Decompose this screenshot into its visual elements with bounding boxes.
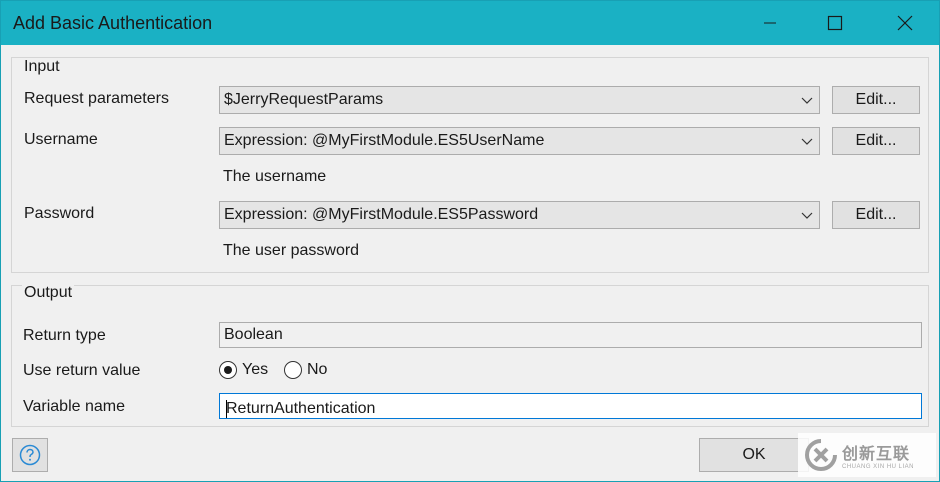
password-value: Expression: @MyFirstModule.ES5Password (224, 206, 539, 223)
watermark: 创新互联 CHUANG XIN HU LIAN (798, 433, 936, 477)
variable-name-input[interactable]: ReturnAuthentication (219, 393, 922, 419)
password-dropdown[interactable]: Expression: @MyFirstModule.ES5Password (219, 201, 820, 229)
request-parameters-value: $JerryRequestParams (224, 91, 384, 108)
chevron-down-icon (801, 97, 813, 104)
title-bar[interactable]: Add Basic Authentication (1, 1, 939, 45)
password-edit-button[interactable]: Edit... (832, 201, 920, 229)
username-edit-button[interactable]: Edit... (832, 127, 920, 155)
close-icon (897, 15, 913, 31)
password-label: Password (24, 205, 95, 222)
variable-name-label: Variable name (23, 398, 125, 415)
password-hint: The user password (223, 242, 360, 259)
radio-no-label: No (307, 361, 328, 378)
radio-no[interactable]: No (284, 361, 327, 379)
maximize-button[interactable] (812, 1, 858, 45)
chevron-down-icon (801, 138, 813, 145)
input-group-label: Input (22, 58, 62, 76)
help-icon (19, 444, 41, 466)
window-title: Add Basic Authentication (13, 13, 213, 33)
watermark-logo-icon (805, 439, 837, 471)
watermark-text: 创新互联 (842, 444, 911, 463)
maximize-icon (827, 15, 843, 31)
text-caret (226, 400, 227, 418)
help-button[interactable] (12, 438, 48, 472)
return-type-value: Boolean (224, 326, 283, 343)
request-parameters-edit-button[interactable]: Edit... (832, 86, 920, 114)
radio-yes-circle[interactable] (219, 361, 237, 379)
radio-yes-label: Yes (242, 361, 269, 378)
username-label: Username (24, 131, 98, 148)
request-parameters-label: Request parameters (24, 90, 169, 107)
output-group-label: Output (22, 284, 75, 302)
radio-yes[interactable]: Yes (219, 361, 268, 379)
username-dropdown[interactable]: Expression: @MyFirstModule.ES5UserName (219, 127, 820, 155)
watermark-subtext: CHUANG XIN HU LIAN (842, 464, 915, 470)
username-hint: The username (223, 168, 327, 185)
dialog-window: Add Basic Authentication Input Request p… (0, 0, 940, 482)
use-return-value-label: Use return value (23, 362, 141, 379)
request-parameters-dropdown[interactable]: $JerryRequestParams (219, 86, 820, 114)
chevron-down-icon (801, 212, 813, 219)
minimize-icon (764, 22, 776, 24)
radio-no-circle[interactable] (284, 361, 302, 379)
close-button[interactable] (882, 1, 928, 45)
ok-button[interactable]: OK (699, 438, 809, 472)
return-type-label: Return type (23, 327, 106, 344)
return-type-field: Boolean (219, 322, 922, 348)
minimize-button[interactable] (747, 1, 793, 45)
username-value: Expression: @MyFirstModule.ES5UserName (224, 132, 545, 149)
radio-selected-dot (224, 366, 232, 374)
variable-name-value: ReturnAuthentication (226, 400, 376, 417)
